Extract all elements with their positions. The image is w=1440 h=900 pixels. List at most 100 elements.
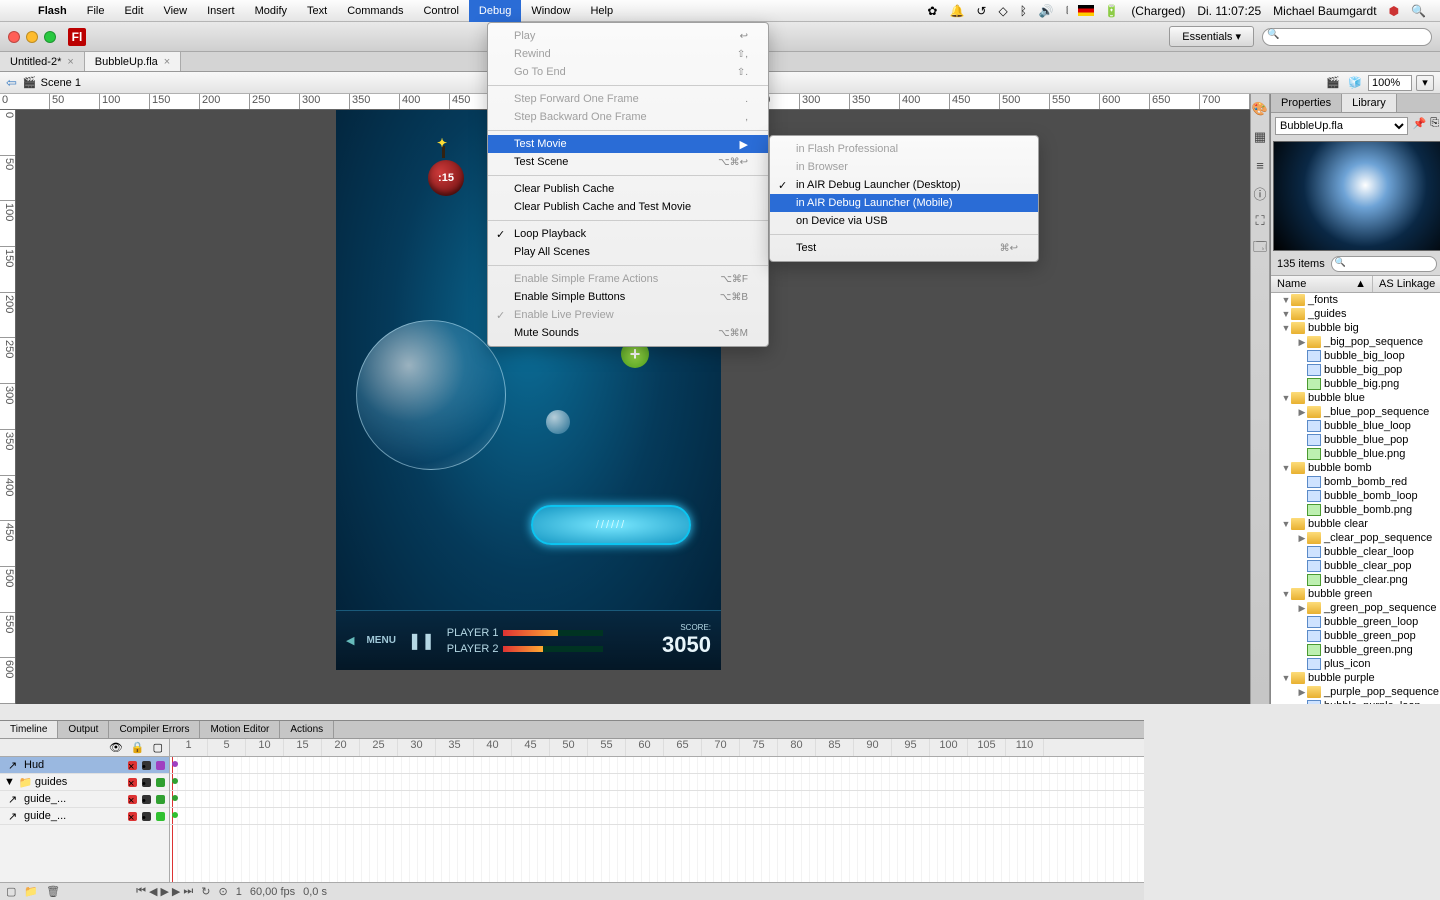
- library-item[interactable]: ▶_green_pop_sequence: [1271, 601, 1440, 615]
- library-search[interactable]: [1331, 256, 1437, 272]
- lock-head-icon[interactable]: 🔒: [131, 741, 145, 754]
- col-name[interactable]: Name ▲: [1271, 276, 1373, 292]
- library-item[interactable]: bubble_big_pop: [1271, 363, 1440, 377]
- layer-row[interactable]: ↗Hud×•: [0, 757, 169, 774]
- workspace-selector[interactable]: Essentials ▾: [1169, 26, 1254, 47]
- library-item[interactable]: ▶_big_pop_sequence: [1271, 335, 1440, 349]
- menu-file[interactable]: File: [77, 0, 115, 22]
- menu-modify[interactable]: Modify: [245, 0, 297, 22]
- doc-tab[interactable]: BubbleUp.fla×: [85, 52, 181, 71]
- app-name[interactable]: Flash: [28, 5, 77, 17]
- menu-edit[interactable]: Edit: [114, 0, 153, 22]
- zoom-dropdown-icon[interactable]: ▾: [1416, 75, 1434, 91]
- play-icon[interactable]: ▶: [160, 885, 168, 898]
- menu-window[interactable]: Window: [521, 0, 580, 22]
- tl-tab-timeline[interactable]: Timeline: [0, 721, 58, 738]
- library-item[interactable]: bubble_big_loop: [1271, 349, 1440, 363]
- goto-last-icon[interactable]: ⏭: [183, 885, 193, 898]
- library-item[interactable]: bubble_blue_pop: [1271, 433, 1440, 447]
- new-folder-icon[interactable]: 📁: [24, 885, 38, 898]
- menu-item[interactable]: Clear Publish Cache and Test Movie: [488, 198, 768, 216]
- library-item[interactable]: bubble_clear_loop: [1271, 545, 1440, 559]
- menu-text[interactable]: Text: [297, 0, 337, 22]
- goto-first-icon[interactable]: ⏮: [136, 885, 146, 898]
- new-library-icon[interactable]: ⎘: [1430, 117, 1439, 135]
- new-layer-icon[interactable]: ▢: [6, 885, 16, 898]
- library-item[interactable]: bubble_clear.png: [1271, 573, 1440, 587]
- outline-head-icon[interactable]: ▢: [153, 741, 163, 754]
- library-item[interactable]: ▼bubble blue: [1271, 391, 1440, 405]
- sync-icon[interactable]: ↺: [970, 4, 992, 18]
- library-doc-select[interactable]: BubbleUp.fla: [1275, 117, 1408, 135]
- minimize-window[interactable]: [26, 31, 38, 43]
- col-linkage[interactable]: AS Linkage: [1373, 276, 1440, 292]
- menu-item[interactable]: Test Movie▶: [488, 135, 768, 153]
- library-item[interactable]: ▼bubble purple: [1271, 671, 1440, 685]
- library-item[interactable]: bubble_bomb_loop: [1271, 489, 1440, 503]
- close-window[interactable]: [8, 31, 20, 43]
- align-panel-icon[interactable]: ≡: [1251, 156, 1269, 174]
- color-panel-icon[interactable]: 🎨: [1251, 100, 1269, 118]
- components-panel-icon[interactable]: 🗔: [1251, 240, 1269, 258]
- menu-item[interactable]: Mute Sounds⌥⌘M: [488, 324, 768, 342]
- layer-list[interactable]: ↗Hud×•▼📁guides×•↗guide_...×•↗guide_...×•: [0, 757, 170, 882]
- library-item[interactable]: ▼bubble green: [1271, 587, 1440, 601]
- library-item[interactable]: ▼bubble bomb: [1271, 461, 1440, 475]
- test-movie-submenu[interactable]: in Flash Professionalin Browser✓in AIR D…: [769, 135, 1039, 262]
- menu-item[interactable]: Test⌘↩: [770, 239, 1038, 257]
- close-tab-icon[interactable]: ×: [67, 56, 73, 68]
- layer-row[interactable]: ↗guide_...×•: [0, 808, 169, 825]
- library-item[interactable]: bubble_green.png: [1271, 643, 1440, 657]
- library-tree[interactable]: ▼_fonts▼_guides▼bubble big▶_big_pop_sequ…: [1271, 293, 1440, 704]
- menu-debug[interactable]: Debug: [469, 0, 521, 22]
- paw-icon[interactable]: ✿: [921, 4, 943, 18]
- layer-row[interactable]: ▼📁guides×•: [0, 774, 169, 791]
- dropbox-icon[interactable]: ◇: [992, 4, 1013, 18]
- library-item[interactable]: bubble_green_pop: [1271, 629, 1440, 643]
- menu-item[interactable]: Clear Publish Cache: [488, 180, 768, 198]
- library-item[interactable]: bubble_bomb.png: [1271, 503, 1440, 517]
- tl-tab-compiler-errors[interactable]: Compiler Errors: [109, 721, 200, 738]
- notifications-icon[interactable]: 🔔: [943, 4, 970, 18]
- tl-tab-output[interactable]: Output: [58, 721, 109, 738]
- library-item[interactable]: ▼bubble big: [1271, 321, 1440, 335]
- scene-label[interactable]: Scene 1: [41, 77, 81, 89]
- input-flag-de[interactable]: [1078, 5, 1094, 16]
- panel-tab-library[interactable]: Library: [1342, 94, 1397, 112]
- library-item[interactable]: bubble_clear_pop: [1271, 559, 1440, 573]
- library-item[interactable]: bubble_blue.png: [1271, 447, 1440, 461]
- library-item[interactable]: ▼bubble clear: [1271, 517, 1440, 531]
- zoom-window[interactable]: [44, 31, 56, 43]
- frame-grid[interactable]: [170, 757, 1144, 882]
- library-item[interactable]: bubble_blue_loop: [1271, 419, 1440, 433]
- library-item[interactable]: bubble_big.png: [1271, 377, 1440, 391]
- transform-panel-icon[interactable]: ⛶: [1251, 212, 1269, 230]
- menu-help[interactable]: Help: [580, 0, 623, 22]
- menu-item[interactable]: Play All Scenes: [488, 243, 768, 261]
- visibility-head-icon[interactable]: 👁: [109, 741, 123, 754]
- control-menu[interactable]: Play↩Rewind⇧,Go To End⇧.Step Forward One…: [487, 22, 769, 347]
- menu-item[interactable]: Enable Simple Buttons⌥⌘B: [488, 288, 768, 306]
- step-back-icon[interactable]: ◀: [149, 885, 157, 898]
- panel-tab-properties[interactable]: Properties: [1271, 94, 1342, 112]
- bluetooth-icon[interactable]: ᛒ: [1014, 4, 1033, 18]
- library-item[interactable]: plus_icon: [1271, 657, 1440, 671]
- doc-tab[interactable]: Untitled-2*×: [0, 52, 85, 71]
- help-search[interactable]: [1262, 28, 1432, 46]
- layer-row[interactable]: ↗guide_...×•: [0, 791, 169, 808]
- scene-back-icon[interactable]: ⇦: [6, 75, 17, 91]
- edit-symbol-icon[interactable]: 🧊: [1346, 75, 1364, 91]
- onion-skin-icon[interactable]: ⊙: [219, 885, 228, 898]
- wifi-icon[interactable]: ⧙: [1060, 3, 1075, 18]
- edit-scene-icon[interactable]: 🎬: [1324, 75, 1342, 91]
- tl-tab-motion-editor[interactable]: Motion Editor: [200, 721, 280, 738]
- pin-library-icon[interactable]: 📌: [1412, 117, 1426, 135]
- frame-ruler[interactable]: 1510152025303540455055606570758085909510…: [170, 739, 1144, 756]
- library-item[interactable]: ▼_fonts: [1271, 293, 1440, 307]
- zoom-input[interactable]: [1368, 75, 1412, 91]
- swatches-panel-icon[interactable]: ▦: [1251, 128, 1269, 146]
- library-item[interactable]: bubble_green_loop: [1271, 615, 1440, 629]
- volume-icon[interactable]: 🔊: [1033, 4, 1060, 18]
- shield-icon[interactable]: ⬢: [1383, 4, 1405, 18]
- library-item[interactable]: ▶_purple_pop_sequence: [1271, 685, 1440, 699]
